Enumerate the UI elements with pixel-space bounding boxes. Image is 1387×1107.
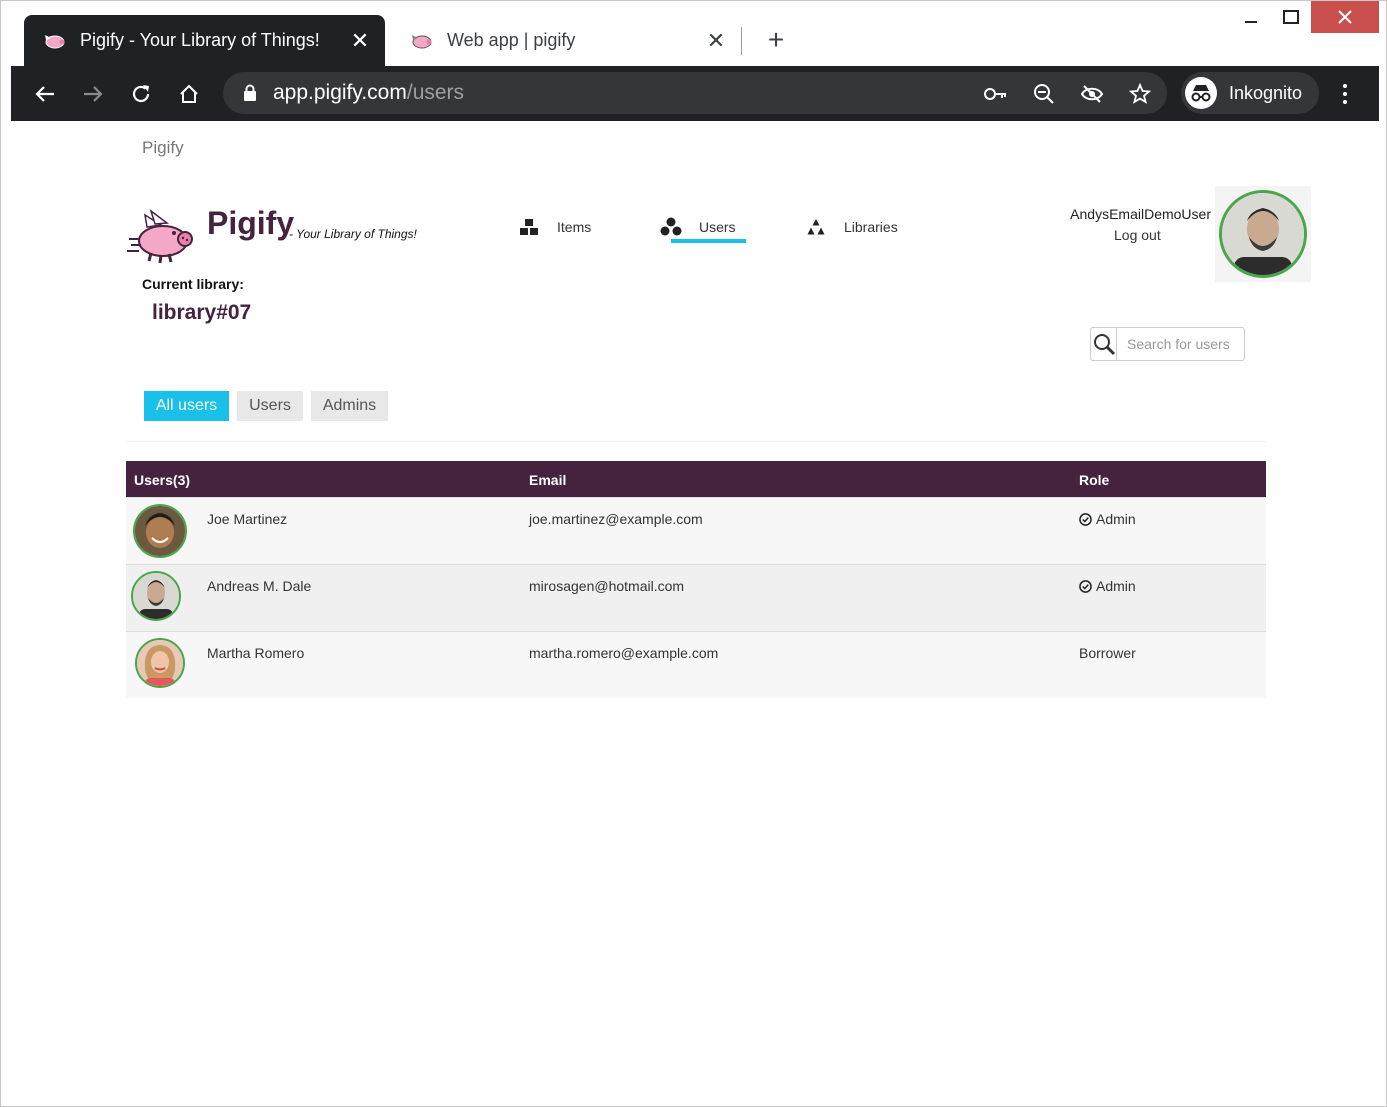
search-icon[interactable] — [1091, 328, 1117, 360]
filter-all-users-button[interactable]: All users — [144, 391, 229, 421]
key-icon[interactable] — [983, 81, 1009, 107]
current-library-label: Current library: — [142, 276, 244, 292]
brand-name[interactable]: Pigify — [207, 205, 294, 242]
search-input[interactable] — [1117, 336, 1243, 352]
current-library-name: library#07 — [152, 301, 252, 324]
browser-window: Pigify - Your Library of Things! ✕ Web a… — [0, 0, 1387, 1107]
maximize-icon[interactable] — [1271, 1, 1311, 33]
browser-menu-icon[interactable] — [1333, 76, 1357, 112]
user-role: Borrower — [1079, 645, 1136, 661]
avatar — [133, 504, 187, 558]
active-nav-indicator — [671, 239, 746, 243]
blocks-icon — [517, 215, 541, 239]
divider — [127, 441, 1266, 442]
incognito-label: Inkognito — [1229, 82, 1303, 103]
column-header-users[interactable]: Users(3) — [134, 472, 190, 488]
column-header-email[interactable]: Email — [529, 472, 566, 488]
user-role: Admin — [1079, 578, 1136, 594]
address-bar[interactable]: app.pigify.com/users — [223, 72, 1167, 114]
reload-icon[interactable] — [123, 76, 159, 112]
close-tab-icon[interactable]: ✕ — [345, 26, 375, 56]
nav-label: Libraries — [844, 219, 898, 235]
back-arrow-icon[interactable] — [27, 76, 63, 112]
page-content: Pigify Pigify - Your Library of Things! … — [11, 121, 1379, 1103]
brand-tagline: - Your Library of Things! — [289, 227, 417, 241]
check-circle-icon — [1079, 579, 1092, 593]
user-search — [1090, 327, 1245, 361]
check-circle-icon — [1079, 512, 1092, 526]
title-bar: Pigify - Your Library of Things! ✕ Web a… — [1, 1, 1386, 66]
nav-label: Users — [699, 219, 736, 235]
browser-toolbar: app.pigify.com/users Inkognito — [11, 66, 1379, 121]
zoom-out-icon[interactable] — [1031, 81, 1057, 107]
filter-admins-button[interactable]: Admins — [311, 391, 388, 421]
window-close-icon[interactable] — [1311, 1, 1379, 33]
home-icon[interactable] — [171, 76, 207, 112]
nav-item-items[interactable]: Items — [517, 211, 591, 243]
table-header: Users(3) Email Role — [126, 461, 1266, 497]
current-user-name: AndysEmailDemoUser — [1070, 206, 1211, 222]
user-email: mirosagen@hotmail.com — [529, 578, 685, 594]
tracking-blocked-eye-icon[interactable] — [1079, 81, 1105, 107]
users-icon — [659, 215, 683, 239]
user-email: joe.martinez@example.com — [529, 511, 703, 527]
tab-separator — [741, 27, 742, 55]
filter-users-button[interactable]: Users — [237, 391, 303, 421]
logout-link[interactable]: Log out — [1114, 227, 1161, 243]
incognito-profile-button[interactable]: Inkognito — [1181, 72, 1319, 114]
pig-favicon-icon — [409, 31, 433, 51]
incognito-icon — [1185, 77, 1217, 109]
user-email: martha.romero@example.com — [529, 645, 719, 661]
close-tab-icon[interactable]: ✕ — [701, 26, 731, 56]
users-table: Users(3) Email Role Joe Martinez joe.mar… — [126, 461, 1266, 698]
table-row[interactable]: Andreas M. Dale mirosagen@hotmail.com Ad… — [126, 564, 1266, 631]
pig-favicon-icon — [42, 31, 66, 51]
tab-web-app[interactable]: Web app | pigify ✕ — [391, 15, 741, 66]
column-header-role[interactable]: Role — [1079, 472, 1109, 488]
tab-pigify[interactable]: Pigify - Your Library of Things! ✕ — [24, 15, 385, 66]
table-row[interactable]: Martha Romero martha.romero@example.com … — [126, 631, 1266, 698]
user-name: Joe Martinez — [207, 511, 288, 527]
nav-label: Items — [557, 219, 592, 235]
user-name: Martha Romero — [207, 645, 305, 661]
user-name: Andreas M. Dale — [207, 578, 312, 594]
minimize-icon[interactable] — [1231, 1, 1271, 33]
pigify-logo-icon[interactable] — [127, 209, 197, 270]
tab-title: Web app | pigify — [447, 30, 576, 50]
libraries-icon — [804, 215, 828, 239]
site-name: Pigify — [142, 138, 184, 157]
forward-arrow-icon[interactable] — [75, 76, 111, 112]
nav-item-libraries[interactable]: Libraries — [804, 211, 898, 243]
tab-title: Pigify - Your Library of Things! — [80, 30, 320, 50]
avatar — [131, 571, 181, 621]
avatar — [1219, 190, 1307, 278]
new-tab-plus-icon[interactable]: + — [761, 24, 791, 55]
table-row[interactable]: Joe Martinez joe.martinez@example.com Ad… — [126, 497, 1266, 564]
user-role: Admin — [1079, 511, 1136, 527]
profile-picture[interactable] — [1215, 186, 1311, 282]
avatar — [135, 638, 185, 688]
bookmark-star-icon[interactable] — [1127, 81, 1153, 107]
lock-icon — [243, 84, 257, 107]
url-text: app.pigify.com/users — [273, 81, 465, 104]
